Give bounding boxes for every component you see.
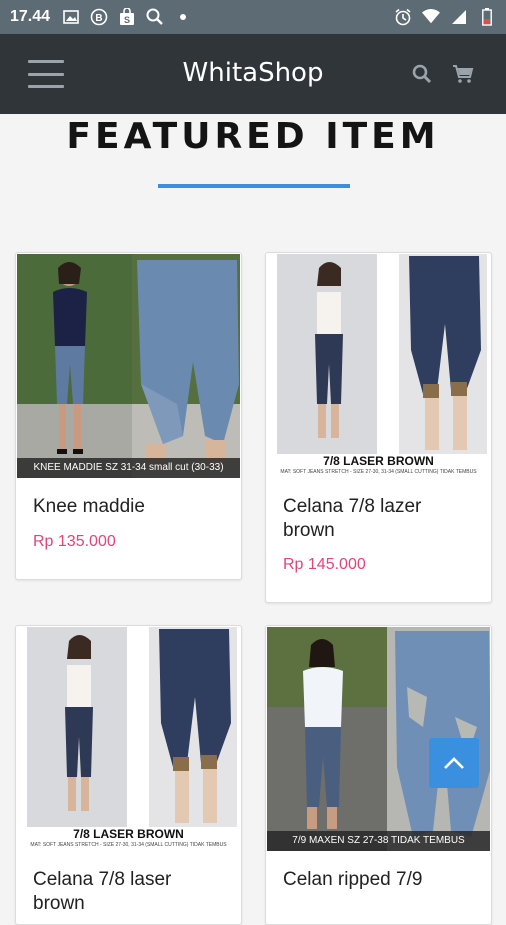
image-caption: 7/8 LASER BROWN <box>73 827 184 841</box>
title-underline <box>158 184 350 188</box>
alarm-icon <box>394 8 412 26</box>
status-time: 17.44 <box>10 8 51 25</box>
scroll-to-top-button[interactable] <box>429 738 479 788</box>
shopping-bag-icon: S <box>118 8 136 26</box>
app-bar: WhitaShop <box>0 34 506 114</box>
product-name[interactable]: Celana 7/8 lazer brown <box>283 495 473 543</box>
product-image[interactable]: 7/8 LASER BROWN MAT: SOFT JEANS STRETCH … <box>267 254 490 478</box>
product-card[interactable]: 7/8 LASER BROWN MAT: SOFT JEANS STRETCH … <box>15 625 242 925</box>
image-label: 7/8 LASER BROWN MAT: SOFT JEANS STRETCH … <box>267 454 490 478</box>
wifi-icon <box>422 8 440 26</box>
bbm-icon: B <box>90 8 108 26</box>
image-caption: 7/8 LASER BROWN <box>323 454 434 468</box>
product-card[interactable]: KNEE MADDIE SZ 31-34 small cut (30-33) K… <box>15 252 242 580</box>
svg-text:S: S <box>124 15 130 25</box>
product-price: Rp 135.000 <box>33 533 116 550</box>
product-price: Rp 145.000 <box>283 556 366 573</box>
cart-icon[interactable] <box>452 64 474 84</box>
product-image[interactable]: 7/8 LASER BROWN MAT: SOFT JEANS STRETCH … <box>17 627 240 851</box>
product-card[interactable]: 7/8 LASER BROWN MAT: SOFT JEANS STRETCH … <box>265 252 492 603</box>
svg-text:B: B <box>95 13 102 24</box>
signal-icon <box>450 8 468 26</box>
product-image[interactable]: KNEE MADDIE SZ 31-34 small cut (30-33) <box>17 254 240 478</box>
product-name[interactable]: Knee maddie <box>33 495 233 519</box>
image-subcaption: MAT: SOFT JEANS STRETCH - SIZE 27-30, 31… <box>280 469 477 475</box>
dot-icon <box>174 8 192 26</box>
search-icon <box>146 8 164 26</box>
image-caption: 7/9 MAXEN SZ 27-38 TIDAK TEMBUS <box>267 831 490 851</box>
battery-icon <box>478 8 496 26</box>
section-title: FEATURED ITEM <box>66 116 440 157</box>
chevron-up-icon <box>444 757 464 769</box>
image-subcaption: MAT: SOFT JEANS STRETCH - SIZE 27-30, 31… <box>30 842 227 848</box>
product-name[interactable]: Celan ripped 7/9 <box>283 868 483 892</box>
gallery-icon <box>62 8 80 26</box>
image-label: 7/8 LASER BROWN MAT: SOFT JEANS STRETCH … <box>17 827 240 851</box>
search-icon[interactable] <box>412 64 432 84</box>
image-caption: KNEE MADDIE SZ 31-34 small cut (30-33) <box>17 458 240 478</box>
product-name[interactable]: Celana 7/8 laser brown <box>33 868 223 916</box>
status-bar: 17.44 B S <box>0 0 506 34</box>
